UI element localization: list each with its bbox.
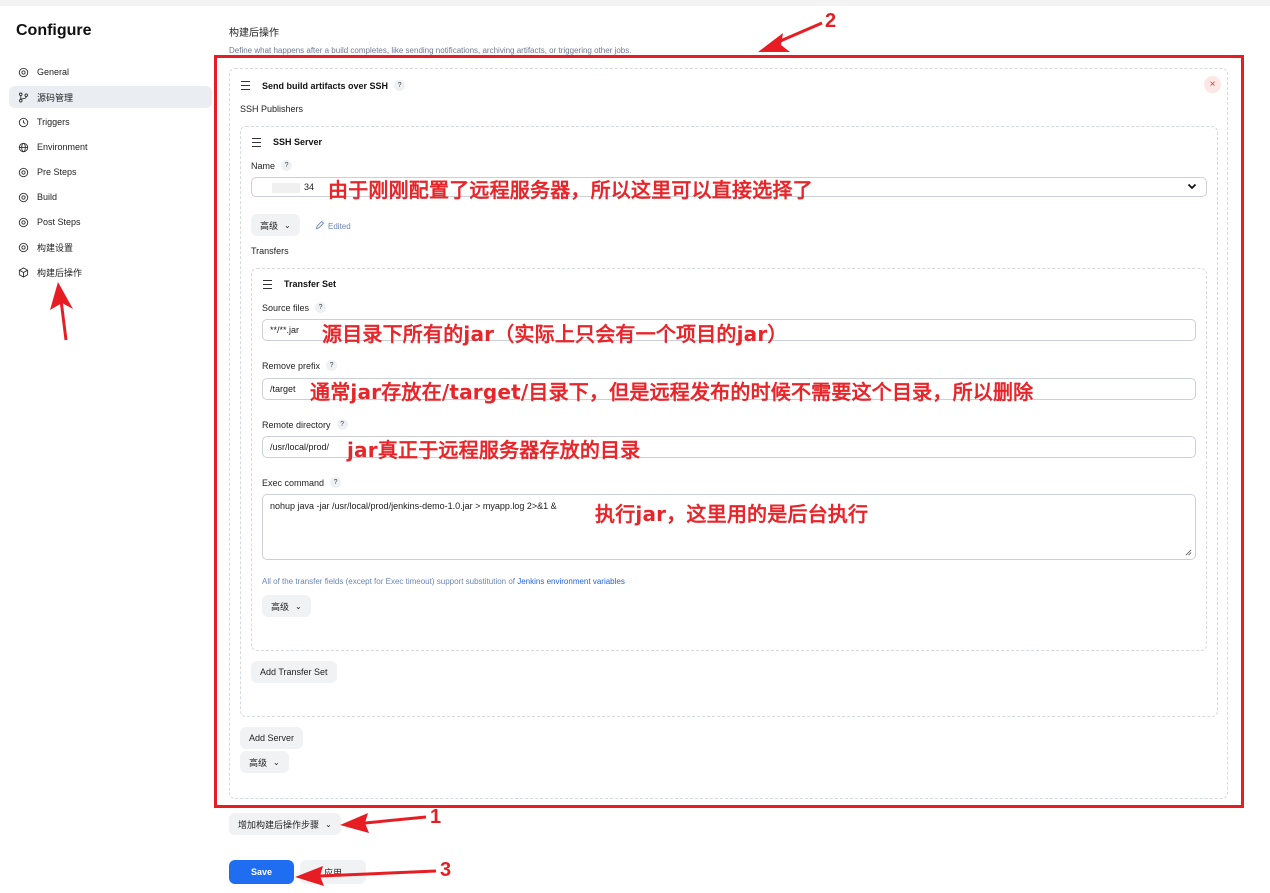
- sidebar-item-label: Pre Steps: [37, 167, 77, 177]
- globe-icon: [17, 141, 29, 153]
- sidebar-item-label: Triggers: [37, 117, 70, 127]
- annotation-number-1: 1: [430, 806, 442, 828]
- branch-icon: [17, 91, 29, 103]
- section-title: 构建后操作: [229, 28, 279, 39]
- add-step-label: 增加构建后操作步骤: [238, 819, 320, 830]
- sidebar-item-environment[interactable]: Environment: [9, 136, 212, 158]
- gear-icon: [17, 216, 29, 228]
- sidebar-item-label: 构建后操作: [37, 267, 83, 278]
- sidebar-item-label: Build: [37, 192, 58, 202]
- sidebar-item-label: Post Steps: [37, 217, 81, 227]
- chevron-down-icon: ⌄: [325, 819, 332, 829]
- sidebar-item-source-control[interactable]: 源码管理: [9, 86, 212, 108]
- top-bar: [0, 0, 1270, 6]
- sidebar-item-build[interactable]: Build: [9, 186, 212, 208]
- save-button[interactable]: Save: [229, 860, 294, 884]
- gear-icon: [17, 241, 29, 253]
- sidebar-item-general[interactable]: General: [9, 61, 212, 83]
- sidebar-item-build-settings[interactable]: 构建设置: [9, 236, 212, 258]
- gear-icon: [17, 166, 29, 178]
- highlight-box: [214, 55, 1244, 808]
- gear-icon: [17, 191, 29, 203]
- sidebar-item-label: General: [37, 67, 70, 77]
- sidebar-item-post-steps[interactable]: Post Steps: [9, 211, 212, 233]
- sidebar-item-pre-steps[interactable]: Pre Steps: [9, 161, 212, 183]
- sidebar-item-label: 源码管理: [37, 92, 74, 103]
- annotation-number-2: 2: [825, 10, 837, 32]
- sidebar-item-label: Environment: [37, 142, 88, 152]
- sidebar-title: Configure: [16, 22, 92, 39]
- sidebar-item-triggers[interactable]: Triggers: [9, 111, 212, 133]
- annotation-number-3: 3: [440, 859, 452, 881]
- clock-icon: [17, 116, 29, 128]
- sidebar-item-post-build[interactable]: 构建后操作: [9, 261, 212, 283]
- apply-button[interactable]: 应用: [300, 860, 366, 884]
- arrow-1-icon: [340, 813, 427, 833]
- arrow-sidebar-icon: [50, 282, 73, 341]
- box-icon: [17, 266, 29, 278]
- sidebar-item-label: 构建设置: [37, 242, 74, 253]
- gear-icon: [17, 66, 29, 78]
- add-post-build-step-button[interactable]: 增加构建后操作步骤 ⌄: [229, 813, 341, 835]
